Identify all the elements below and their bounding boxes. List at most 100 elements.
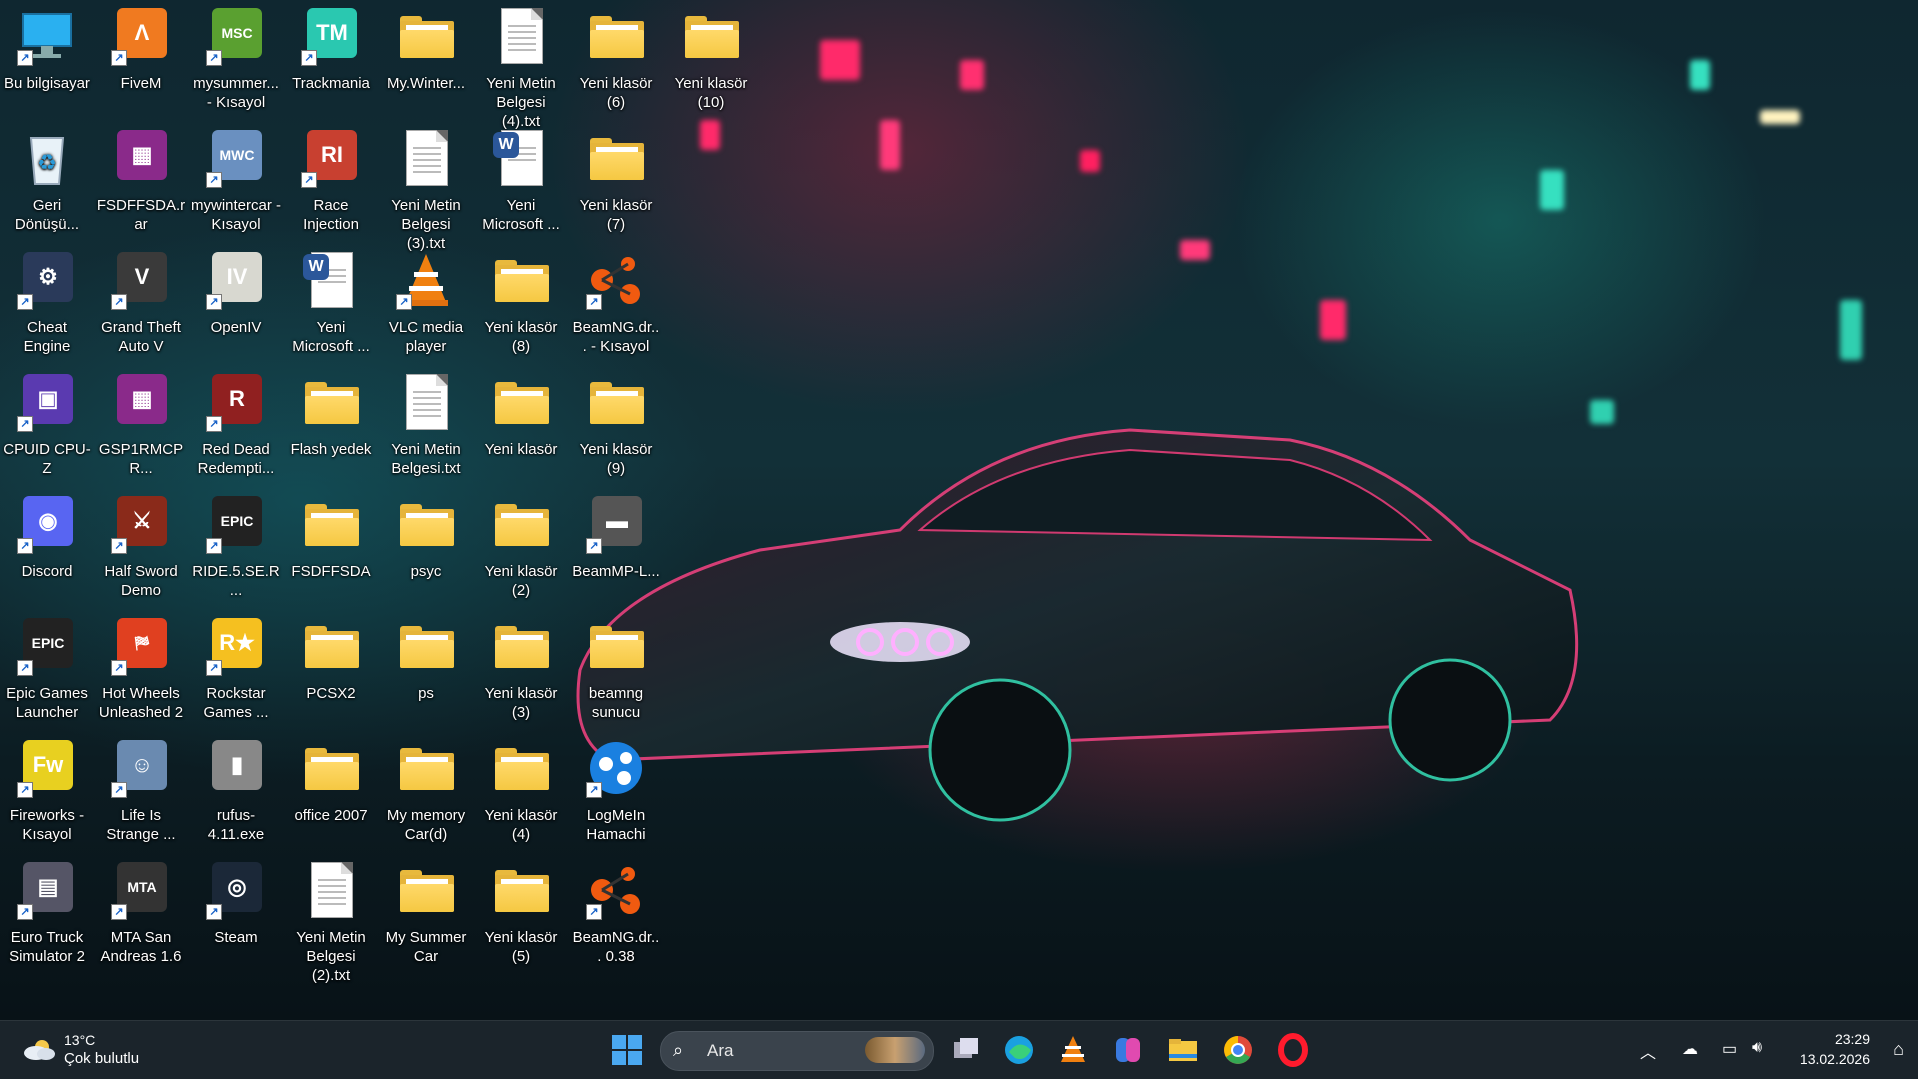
desktop-icon[interactable]: Yeni klasör (2): [474, 488, 568, 606]
desktop-icon[interactable]: RI ↗ Race Injection: [284, 122, 378, 240]
desktop-icon[interactable]: ◉ ↗ Discord: [0, 488, 94, 606]
desktop-icon[interactable]: EPIC ↗ RIDE.5.SE.R...: [189, 488, 283, 606]
desktop-icon[interactable]: ps: [379, 610, 473, 728]
opera-icon[interactable]: [1275, 1032, 1311, 1068]
desktop-icon[interactable]: EPIC ↗ Epic Games Launcher: [0, 610, 94, 728]
svg-text:♻: ♻: [37, 151, 57, 176]
desktop-icon[interactable]: ☺ ↗ Life Is Strange ...: [94, 732, 188, 850]
desktop-icon[interactable]: R ↗ Red Dead Redempti...: [189, 366, 283, 484]
winrar-icon: ▦: [111, 372, 171, 432]
desktop-icon[interactable]: ▤ ↗ Euro Truck Simulator 2: [0, 854, 94, 972]
desktop-icon[interactable]: MSC ↗ mysummer... - Kısayol: [189, 0, 283, 118]
system-clock[interactable]: 23:29 13.02.2026: [1800, 1029, 1870, 1069]
vlc-icon[interactable]: [1055, 1032, 1091, 1068]
desktop-icon[interactable]: ↗ VLC media player: [379, 244, 473, 362]
desktop-icon-label: FiveM: [120, 75, 162, 92]
desktop-icon[interactable]: MWC ↗ mywintercar - Kısayol: [189, 122, 283, 240]
desktop-icon[interactable]: ▬ ↗ BeamMP-L...: [569, 488, 663, 606]
desktop-icon-label: Flash yedek: [290, 441, 372, 458]
shortcut-arrow-icon: ↗: [206, 172, 222, 188]
desktop-icon[interactable]: Yeni klasör (7): [569, 122, 663, 240]
desktop-icon[interactable]: Yeni klasör (10): [664, 0, 758, 118]
desktop-icon[interactable]: Yeni klasör (4): [474, 732, 568, 850]
desktop-icon-label: office 2007: [294, 807, 368, 824]
desktop-icon[interactable]: beamng sunucu: [569, 610, 663, 728]
desktop-icon[interactable]: My Summer Car: [379, 854, 473, 972]
copilot-icon[interactable]: [1110, 1032, 1146, 1068]
desktop-icon[interactable]: Fw ↗ Fireworks - Kısayol: [0, 732, 94, 850]
shortcut-arrow-icon: ↗: [396, 294, 412, 310]
desktop-icon[interactable]: Yeni klasör (9): [569, 366, 663, 484]
folder-icon: [586, 372, 646, 432]
desktop-icon[interactable]: ◎ ↗ Steam: [189, 854, 283, 972]
desktop-icon[interactable]: Flash yedek: [284, 366, 378, 484]
desktop-icon[interactable]: R★ ↗ Rockstar Games ...: [189, 610, 283, 728]
desktop-icon-label: BeamNG.dr... 0.38: [572, 929, 660, 965]
desktop-icon[interactable]: ↗ LogMeIn Hamachi: [569, 732, 663, 850]
desktop-icon[interactable]: ↗ BeamNG.dr... - Kısayol: [569, 244, 663, 362]
shortcut-arrow-icon: ↗: [206, 50, 222, 66]
desktop-icon[interactable]: ♻ Geri Dönüşü...: [0, 122, 94, 240]
desktop-icon[interactable]: office 2007: [284, 732, 378, 850]
desktop-icon[interactable]: MTA ↗ MTA San Andreas 1.6: [94, 854, 188, 972]
desktop-icon[interactable]: psyc: [379, 488, 473, 606]
desktop-icon[interactable]: V ↗ Grand Theft Auto V: [94, 244, 188, 362]
task-view-icon[interactable]: [948, 1032, 984, 1068]
notification-bell-icon[interactable]: ⌂: [1893, 1039, 1904, 1060]
taskbar-search-box[interactable]: ⌕: [660, 1031, 934, 1071]
desktop-icon[interactable]: 🏁︎ ↗ Hot Wheels Unleashed 2: [94, 610, 188, 728]
desktop-icon[interactable]: ⚔ ↗ Half Sword Demo: [94, 488, 188, 606]
desktop-icon-label: Yeni klasör (3): [484, 685, 558, 721]
desktop-icon-label: FSDFFSDA.rar: [96, 197, 186, 233]
desktop-icon-label: Yeni klasör: [484, 441, 558, 458]
desktop-icon[interactable]: Yeni klasör (6): [569, 0, 663, 118]
desktop-icon[interactable]: My memory Car(d): [379, 732, 473, 850]
desktop-icon[interactable]: ⚙ ↗ Cheat Engine: [0, 244, 94, 362]
desktop-icon[interactable]: ▣ ↗ CPUID CPU-Z: [0, 366, 94, 484]
desktop-icon[interactable]: Λ ↗ FiveM: [94, 0, 188, 118]
desktop-icon[interactable]: Yeni Metin Belgesi (2).txt: [284, 854, 378, 984]
file-explorer-icon[interactable]: [1165, 1032, 1201, 1068]
shortcut-arrow-icon: ↗: [17, 782, 33, 798]
search-input[interactable]: [705, 1040, 829, 1062]
desktop-icon-label: Yeni Metin Belgesi.txt: [391, 441, 461, 477]
desktop-icon-label: Yeni klasör (10): [674, 75, 748, 111]
desktop-icon[interactable]: TM ↗ Trackmania: [284, 0, 378, 118]
edge-icon[interactable]: [1001, 1032, 1037, 1068]
desktop-icon[interactable]: IV ↗ OpenIV: [189, 244, 283, 362]
desktop-icon[interactable]: ↗ Bu bilgisayar: [0, 0, 94, 118]
desktop-icon[interactable]: ▮ rufus-4.11.exe: [189, 732, 283, 850]
desktop-icon[interactable]: PCSX2: [284, 610, 378, 728]
onedrive-cloud-icon[interactable]: ☁: [1682, 1039, 1698, 1059]
desktop-icon[interactable]: Yeni klasör: [474, 366, 568, 484]
shortcut-arrow-icon: ↗: [586, 294, 602, 310]
desktop-icon[interactable]: Yeni Metin Belgesi.txt: [379, 366, 473, 484]
desktop-icon-label: BeamMP-L...: [572, 563, 660, 580]
chrome-icon[interactable]: [1220, 1032, 1256, 1068]
desktop-icon-label: Hot Wheels Unleashed 2: [98, 685, 184, 721]
volume-icon[interactable]: 🔊︎: [1752, 1039, 1762, 1057]
desktop-icon[interactable]: Yeni Metin Belgesi (3).txt: [379, 122, 473, 252]
desktop-icon[interactable]: ▦ FSDFFSDA.rar: [94, 122, 188, 240]
weather-widget[interactable]: 13°C Çok bulutlu: [18, 1029, 188, 1071]
desktop-icon[interactable]: Yeni klasör (3): [474, 610, 568, 728]
desktop-icon[interactable]: Yeni Metin Belgesi (4).txt: [474, 0, 568, 130]
neon-light: [1590, 400, 1614, 424]
desktop-icon[interactable]: ▦ GSP1RMCPR...: [94, 366, 188, 484]
desktop-icon[interactable]: My.Winter...: [379, 0, 473, 118]
start-button[interactable]: [612, 1035, 642, 1065]
desktop-icon-label: Steam: [214, 929, 258, 946]
weather-temperature: 13°C: [64, 1032, 96, 1048]
shortcut-arrow-icon: ↗: [17, 904, 33, 920]
desktop-icon[interactable]: Yeni klasör (5): [474, 854, 568, 972]
desktop-icon[interactable]: W Yeni Microsoft ...: [474, 122, 568, 240]
desktop-icon[interactable]: Yeni klasör (8): [474, 244, 568, 362]
folder-icon: [396, 860, 456, 920]
desktop-icon[interactable]: W Yeni Microsoft ...: [284, 244, 378, 362]
network-icon[interactable]: ▭: [1722, 1039, 1737, 1059]
desktop-icon[interactable]: FSDFFSDA: [284, 488, 378, 606]
desktop-icon-label: GSP1RMCPR...: [98, 441, 184, 477]
desktop-icon[interactable]: ↗ BeamNG.dr... 0.38: [569, 854, 663, 972]
show-hidden-icons-chevron-icon[interactable]: ︿: [1640, 1039, 1656, 1063]
mywintercar-icon: MWC ↗: [206, 128, 266, 188]
